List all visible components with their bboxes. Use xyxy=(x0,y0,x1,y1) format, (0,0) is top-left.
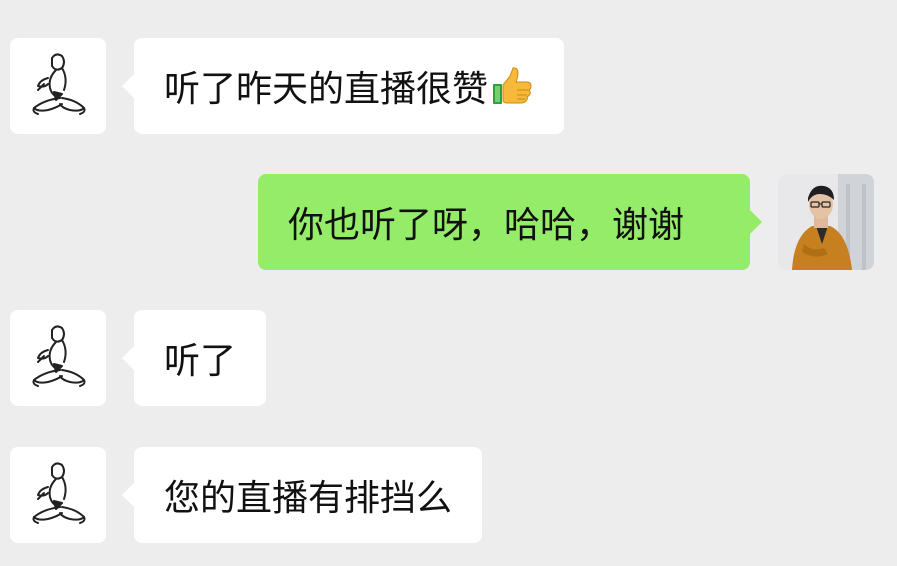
message-bubble[interactable]: 你也听了呀，哈哈，谢谢 xyxy=(258,174,750,270)
bubble-tail xyxy=(122,74,134,98)
message-text: 听了昨天的直播很赞 xyxy=(164,69,489,110)
message-row-outgoing: 你也听了呀，哈哈，谢谢 xyxy=(0,174,897,272)
sketch-person-icon xyxy=(10,447,106,543)
bubble-tail xyxy=(122,483,134,507)
message-text: 您的直播有排挡么 xyxy=(164,478,453,519)
contact-avatar[interactable] xyxy=(10,447,106,543)
message-row-incoming: 听了 xyxy=(0,310,897,408)
sketch-person-icon xyxy=(10,310,106,406)
contact-avatar[interactable] xyxy=(10,310,106,406)
contact-avatar[interactable] xyxy=(10,38,106,134)
message-row-incoming: 您的直播有排挡么 xyxy=(0,447,897,545)
chat-view: 听了昨天的直播很赞 你也听了呀，哈哈，谢谢 听了 您的直播有排挡么 xyxy=(0,0,897,566)
bubble-tail xyxy=(122,346,134,370)
sketch-person-icon xyxy=(10,38,106,134)
thumbs-up-icon xyxy=(490,64,534,108)
profile-photo-icon xyxy=(778,174,874,270)
my-avatar[interactable] xyxy=(778,174,874,270)
message-bubble[interactable]: 您的直播有排挡么 xyxy=(134,447,483,543)
message-text: 你也听了呀，哈哈，谢谢 xyxy=(288,205,685,246)
message-row-incoming: 听了昨天的直播很赞 xyxy=(0,38,897,136)
message-bubble[interactable]: 听了 xyxy=(134,310,267,406)
message-bubble[interactable]: 听了昨天的直播很赞 xyxy=(134,38,565,134)
bubble-tail xyxy=(750,210,762,234)
message-text: 听了 xyxy=(164,341,237,382)
